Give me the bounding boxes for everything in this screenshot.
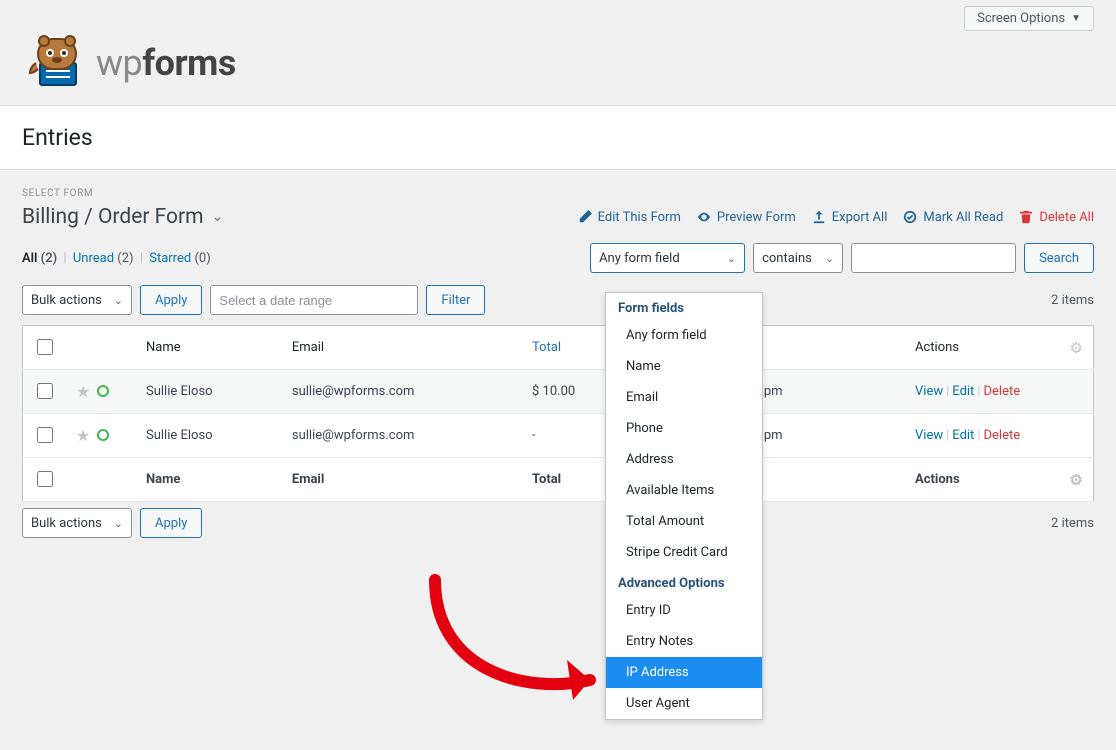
form-selector[interactable]: Billing / Order Form ⌄ [22, 205, 223, 229]
dropdown-item[interactable]: Name [606, 351, 762, 382]
caret-down-icon: ▼ [1071, 13, 1081, 24]
cell-email: sullie@wpforms.com [282, 370, 522, 414]
gear-icon[interactable]: ⚙ [1070, 339, 1083, 357]
row-edit-link[interactable]: Edit [952, 428, 974, 443]
dropdown-group-form-fields: Form fields [606, 293, 762, 320]
row-view-link[interactable]: View [915, 384, 943, 399]
row-delete-link[interactable]: Delete [984, 428, 1021, 443]
bulk-actions-select[interactable]: Bulk actions ⌄ [22, 285, 132, 315]
dropdown-item[interactable]: Email [606, 382, 762, 413]
search-condition-value: contains [762, 251, 812, 266]
dropdown-item[interactable]: Entry Notes [606, 626, 762, 657]
chevron-down-icon: ⌄ [825, 252, 834, 265]
select-all-checkbox-bottom[interactable] [37, 471, 53, 487]
mark-all-read-link[interactable]: Mark All Read [903, 210, 1003, 225]
table-row: ★ Sullie Eloso sullie@wpforms.com - Augu… [23, 414, 1094, 458]
preview-form-link[interactable]: Preview Form [697, 210, 796, 225]
eye-icon [697, 210, 711, 224]
search-input[interactable] [851, 243, 1016, 273]
chevron-down-icon: ⌄ [114, 517, 123, 530]
logo-forms: forms [142, 42, 236, 84]
row-edit-link[interactable]: Edit [952, 384, 974, 399]
export-icon [812, 210, 826, 224]
screen-options-label: Screen Options [977, 11, 1065, 26]
dropdown-item[interactable]: Entry ID [606, 595, 762, 626]
search-field-select[interactable]: Any form field ⌄ [590, 243, 745, 273]
dropdown-item[interactable]: Address [606, 444, 762, 475]
export-all-link[interactable]: Export All [812, 210, 888, 225]
row-view-link[interactable]: View [915, 428, 943, 443]
view-starred-link[interactable]: Starred (0) [149, 251, 211, 266]
select-form-label: SELECT FORM [22, 188, 1094, 199]
chevron-down-icon: ⌄ [727, 252, 736, 265]
bulk-actions-value: Bulk actions [31, 293, 102, 308]
date-range-input[interactable] [210, 285, 418, 315]
bulk-apply-button[interactable]: Apply [140, 285, 202, 315]
search-condition-select[interactable]: contains ⌄ [753, 243, 843, 273]
items-count-top: 2 items [1051, 293, 1094, 308]
view-all-link[interactable]: All (2) [22, 251, 57, 266]
check-circle-icon [903, 210, 917, 224]
bulk-apply-button-bottom[interactable]: Apply [140, 508, 202, 538]
dropdown-item[interactable]: Available Items [606, 475, 762, 506]
items-count-bottom: 2 items [1051, 516, 1094, 531]
entries-table: Name Email Total Date Actions ⚙ ★ Sullie… [22, 325, 1094, 502]
delete-all-link[interactable]: Delete All [1019, 210, 1094, 225]
search-field-dropdown[interactable]: Form fieldsAny form fieldNameEmailPhoneA… [605, 292, 763, 720]
chevron-down-icon: ⌄ [114, 294, 123, 307]
gear-icon[interactable]: ⚙ [1070, 471, 1083, 489]
dropdown-item[interactable]: IP Address [606, 657, 762, 688]
unread-dot-icon[interactable] [97, 385, 109, 397]
cell-name: Sullie Eloso [136, 370, 282, 414]
cell-name: Sullie Eloso [136, 414, 282, 458]
chevron-down-icon: ⌄ [212, 209, 224, 225]
wpforms-mascot-icon [22, 33, 86, 93]
star-icon[interactable]: ★ [76, 382, 90, 401]
dropdown-item[interactable]: User Agent [606, 688, 762, 719]
logo-wp: wp [96, 42, 142, 84]
search-field-value: Any form field [599, 251, 680, 266]
search-button[interactable]: Search [1024, 243, 1094, 273]
col-name-foot[interactable]: Name [136, 458, 282, 502]
wpforms-logo: wpforms [96, 42, 236, 84]
col-email-foot[interactable]: Email [282, 458, 522, 502]
export-all-label: Export All [832, 210, 888, 225]
filter-button[interactable]: Filter [426, 285, 485, 315]
screen-options-button[interactable]: Screen Options ▼ [964, 6, 1094, 31]
view-filter-links: All (2) | Unread (2) | Starred (0) [22, 251, 211, 266]
edit-form-label: Edit This Form [598, 210, 681, 225]
dropdown-group-advanced: Advanced Options [606, 568, 762, 595]
trash-icon [1019, 210, 1033, 224]
mark-all-read-label: Mark All Read [923, 210, 1003, 225]
page-title: Entries [22, 124, 1094, 151]
preview-form-label: Preview Form [717, 210, 796, 225]
delete-all-label: Delete All [1039, 210, 1094, 225]
bulk-actions-value: Bulk actions [31, 516, 102, 531]
col-actions: Actions [905, 326, 1060, 370]
annotation-arrow-icon [395, 550, 625, 720]
bulk-actions-select-bottom[interactable]: Bulk actions ⌄ [22, 508, 132, 538]
table-row: ★ Sullie Eloso sullie@wpforms.com $ 10.0… [23, 370, 1094, 414]
col-actions-foot: Actions [905, 458, 1060, 502]
pencil-icon [578, 210, 592, 224]
dropdown-item[interactable]: Any form field [606, 320, 762, 351]
form-name-text: Billing / Order Form [22, 205, 204, 229]
row-checkbox[interactable] [37, 383, 53, 399]
select-all-checkbox[interactable] [37, 339, 53, 355]
row-delete-link[interactable]: Delete [984, 384, 1021, 399]
cell-email: sullie@wpforms.com [282, 414, 522, 458]
star-icon[interactable]: ★ [76, 426, 90, 445]
dropdown-item[interactable]: Stripe Credit Card [606, 537, 762, 568]
col-name[interactable]: Name [136, 326, 282, 370]
edit-form-link[interactable]: Edit This Form [578, 210, 681, 225]
view-unread-link[interactable]: Unread (2) [73, 251, 134, 266]
dropdown-item[interactable]: Total Amount [606, 506, 762, 537]
dropdown-item[interactable]: Phone [606, 413, 762, 444]
col-email[interactable]: Email [282, 326, 522, 370]
unread-dot-icon[interactable] [97, 429, 109, 441]
row-checkbox[interactable] [37, 427, 53, 443]
